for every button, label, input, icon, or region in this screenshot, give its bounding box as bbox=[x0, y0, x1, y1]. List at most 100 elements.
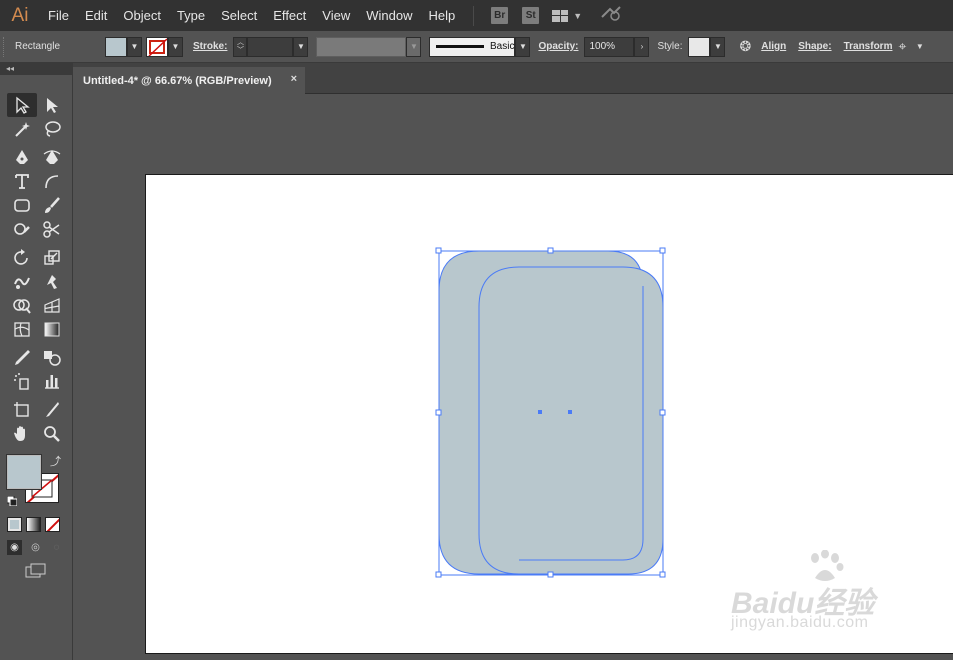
warp-tool[interactable] bbox=[7, 269, 37, 293]
close-icon[interactable]: × bbox=[291, 73, 297, 85]
center-point-left bbox=[538, 410, 542, 414]
stroke-weight-stepper[interactable]: ︿ ﹀ bbox=[233, 36, 248, 57]
workspace-switcher[interactable]: ▼ bbox=[552, 9, 582, 22]
lasso-icon bbox=[45, 121, 61, 137]
align-button[interactable]: Align bbox=[761, 41, 786, 52]
menu-type[interactable]: Type bbox=[169, 0, 213, 31]
stroke-dropdown[interactable]: ▼ bbox=[168, 36, 183, 57]
artboard-icon bbox=[14, 402, 29, 417]
slice-tool[interactable] bbox=[37, 397, 67, 421]
stroke-label[interactable]: Stroke: bbox=[193, 41, 227, 52]
brush-definition[interactable]: Basic bbox=[429, 36, 516, 57]
tool-row bbox=[7, 169, 72, 193]
menu-object[interactable]: Object bbox=[115, 0, 169, 31]
graphic-style-swatch[interactable] bbox=[688, 36, 711, 57]
magic-wand-tool[interactable] bbox=[7, 117, 37, 141]
bridge-button[interactable]: Br bbox=[491, 7, 509, 24]
opacity-flyout[interactable]: › bbox=[634, 36, 650, 57]
curvature-tool[interactable] bbox=[37, 145, 67, 169]
rotate-tool[interactable] bbox=[7, 245, 37, 269]
recolor-artwork-icon[interactable]: ❂ bbox=[739, 38, 751, 55]
mesh-tool[interactable] bbox=[7, 317, 37, 341]
stroke-weight-dropdown[interactable]: ▼ bbox=[293, 36, 309, 57]
menu-edit[interactable]: Edit bbox=[77, 0, 115, 31]
menu-file[interactable]: File bbox=[40, 0, 77, 31]
zoom-tool[interactable] bbox=[37, 421, 67, 445]
panel-grip[interactable] bbox=[3, 36, 7, 57]
tool-row bbox=[7, 293, 72, 317]
hand-tool[interactable] bbox=[7, 421, 37, 445]
rounded-rectangle-right[interactable] bbox=[478, 266, 664, 575]
menu-view[interactable]: View bbox=[314, 0, 358, 31]
type-tool[interactable] bbox=[7, 169, 37, 193]
fill-color-swatch[interactable] bbox=[7, 455, 41, 489]
control-bar-menu[interactable]: ▼ bbox=[912, 37, 927, 57]
isolate-object-icon[interactable]: ⌖ bbox=[898, 38, 906, 55]
slice-icon bbox=[46, 402, 59, 417]
fill-swatch[interactable] bbox=[105, 36, 127, 57]
stroke-weight-input[interactable] bbox=[247, 36, 294, 57]
scale-tool[interactable] bbox=[37, 245, 67, 269]
fill-stroke-control: ⤴ bbox=[0, 451, 72, 511]
opacity-label[interactable]: Opacity: bbox=[538, 41, 578, 52]
direct-selection-tool[interactable] bbox=[37, 93, 67, 117]
draw-inside-icon[interactable]: ◌ bbox=[49, 540, 64, 555]
magic-wand-icon bbox=[15, 122, 30, 137]
tool-row bbox=[7, 269, 72, 293]
pen-tool[interactable] bbox=[7, 145, 37, 169]
default-colors-icon[interactable] bbox=[6, 493, 18, 507]
menu-bar: Ai File Edit Object Type Select Effect V… bbox=[0, 0, 953, 31]
shape-button[interactable]: Shape: bbox=[798, 41, 831, 52]
gradient-tool[interactable] bbox=[37, 317, 67, 341]
paintbrush-tool[interactable] bbox=[37, 193, 67, 217]
variable-width-profile bbox=[316, 36, 407, 57]
rotate-icon bbox=[14, 249, 28, 265]
shaper-tool[interactable] bbox=[7, 217, 37, 241]
menu-select[interactable]: Select bbox=[213, 0, 265, 31]
puppet-warp-tool[interactable] bbox=[37, 269, 67, 293]
zoom-icon bbox=[44, 426, 60, 442]
gradient-icon bbox=[44, 322, 60, 337]
artboard-tool[interactable] bbox=[7, 397, 37, 421]
lasso-tool[interactable] bbox=[37, 117, 67, 141]
color-mode-button[interactable] bbox=[7, 517, 22, 532]
arc-icon bbox=[45, 175, 59, 189]
menu-help[interactable]: Help bbox=[420, 0, 463, 31]
selection-icon bbox=[16, 96, 30, 114]
document-tab[interactable]: Untitled-4* @ 66.67% (RGB/Preview) × bbox=[73, 67, 305, 94]
draw-normal-icon[interactable]: ◉ bbox=[7, 540, 22, 555]
swap-fill-stroke-icon[interactable]: ⤴ bbox=[50, 453, 61, 469]
transform-button[interactable]: Transform bbox=[844, 41, 893, 52]
menu-effect[interactable]: Effect bbox=[265, 0, 314, 31]
watermark-url: jingyan.baidu.com bbox=[731, 614, 869, 631]
change-screen-mode-icon[interactable] bbox=[25, 563, 47, 579]
shape-builder-tool[interactable] bbox=[7, 293, 37, 317]
none-mode-button[interactable] bbox=[45, 517, 60, 532]
eyedropper-tool[interactable] bbox=[7, 345, 37, 369]
style-dropdown[interactable]: ▼ bbox=[710, 36, 726, 57]
panel-collapse-button[interactable]: ◂◂ bbox=[0, 63, 72, 75]
stroke-swatch[interactable] bbox=[146, 36, 168, 57]
column-graph-tool[interactable] bbox=[37, 369, 67, 393]
brush-dropdown[interactable]: ▼ bbox=[515, 36, 531, 57]
direct-selection-icon bbox=[47, 98, 58, 113]
scissors-tool[interactable] bbox=[37, 217, 67, 241]
gpu-performance-icon[interactable] bbox=[600, 5, 622, 26]
arc-tool[interactable] bbox=[37, 169, 67, 193]
opacity-input[interactable]: 100% bbox=[584, 36, 635, 57]
column-graph-icon bbox=[45, 375, 59, 389]
rectangle-tool[interactable] bbox=[7, 193, 37, 217]
perspective-grid-tool[interactable] bbox=[37, 293, 67, 317]
stock-button[interactable]: St bbox=[522, 7, 540, 24]
hand-icon bbox=[14, 426, 25, 441]
menu-window[interactable]: Window bbox=[358, 0, 420, 31]
menu-divider bbox=[473, 5, 475, 26]
pen-icon bbox=[16, 150, 28, 164]
draw-behind-icon[interactable]: ◎ bbox=[28, 540, 43, 555]
tool-row bbox=[7, 93, 72, 117]
fill-dropdown[interactable]: ▼ bbox=[127, 36, 142, 57]
gradient-mode-button[interactable] bbox=[26, 517, 41, 532]
selection-tool[interactable] bbox=[7, 93, 37, 117]
blend-tool[interactable] bbox=[37, 345, 67, 369]
symbol-sprayer-tool[interactable] bbox=[7, 369, 37, 393]
